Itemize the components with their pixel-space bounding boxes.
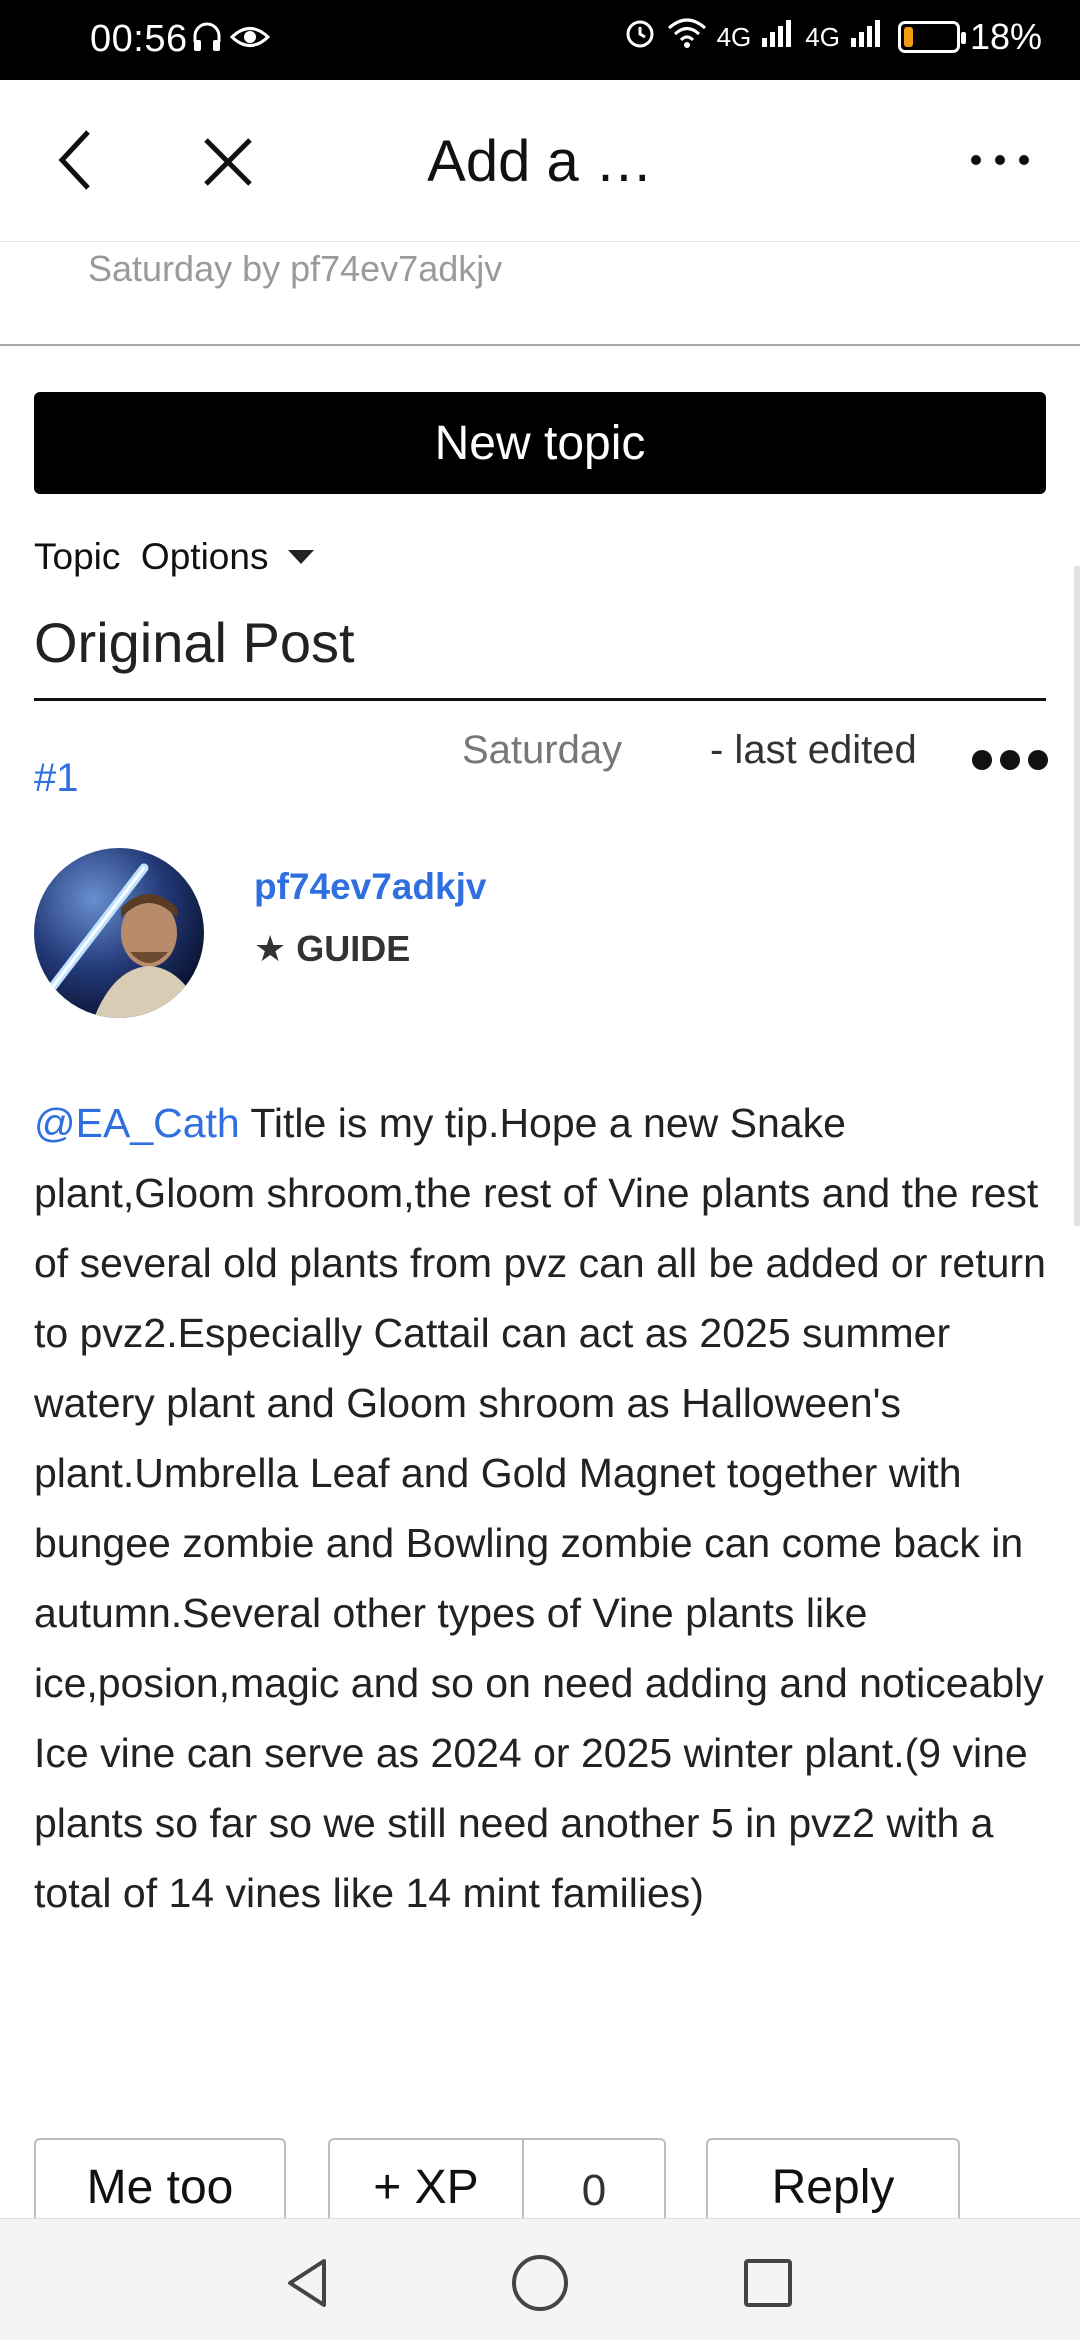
post-text: Title is my tip.Hope a new Snake plant,G… — [34, 1100, 1046, 1916]
section-heading: Original Post — [34, 611, 355, 674]
network-type-1: 4G — [716, 21, 752, 52]
reply-button[interactable]: Reply — [706, 2138, 960, 2218]
author-name-link[interactable]: pf74ev7adkjv — [254, 866, 486, 908]
divider — [34, 698, 1046, 701]
triangle-back-icon — [288, 2259, 326, 2307]
nav-recents-button[interactable] — [744, 2259, 792, 2307]
status-left-icons — [192, 20, 271, 62]
post-body: @EA_Cath Title is my tip.Hope a new Snak… — [34, 1088, 1054, 1928]
dot — [972, 750, 992, 770]
previous-item-meta[interactable]: Saturday by pf74ev7adkjv — [88, 248, 502, 290]
post-date: Saturday — [462, 728, 623, 772]
wifi-icon — [667, 16, 707, 58]
scrollbar[interactable] — [1074, 566, 1080, 1226]
me-too-button[interactable]: Me too — [34, 2138, 286, 2218]
nav-home-button[interactable] — [512, 2255, 568, 2311]
signal-icon — [761, 18, 795, 56]
battery-fill — [903, 27, 913, 47]
dot — [1028, 750, 1048, 770]
app-header: Add a … — [0, 80, 1080, 242]
avatar-image — [34, 848, 204, 1018]
mention-link[interactable]: @EA_Cath — [34, 1100, 240, 1146]
nav-back-button[interactable] — [282, 2257, 334, 2309]
post-edited-link[interactable]: - last edited — [710, 728, 917, 773]
system-nav-bar — [0, 2218, 1080, 2340]
topic-options-dropdown[interactable]: Topic Options — [34, 536, 315, 578]
more-horizontal-icon — [971, 155, 1029, 165]
post-options-button[interactable] — [972, 730, 1048, 770]
give-xp-button[interactable]: + XP — [328, 2138, 524, 2218]
avatar[interactable] — [34, 848, 204, 1018]
caret-down-icon — [288, 550, 315, 564]
alarm-icon — [623, 16, 657, 58]
post-number-link[interactable]: #1 — [34, 756, 79, 801]
signal-icon — [850, 18, 884, 56]
divider — [0, 344, 1080, 346]
status-bar: 00:56 4G 4G 18% — [0, 0, 1080, 80]
star-icon: ★ — [254, 928, 287, 969]
page-title: Add a … — [427, 129, 653, 194]
battery-percent: 18% — [969, 16, 1042, 57]
new-topic-button[interactable]: New topic — [34, 392, 1046, 494]
rank-label: GUIDE — [296, 928, 411, 969]
dot — [1000, 750, 1020, 770]
status-right: 4G 4G 18% — [623, 16, 1042, 58]
network-type-2: 4G — [805, 21, 840, 52]
eye-icon — [229, 20, 271, 62]
author-rank: ★ GUIDE — [254, 928, 410, 970]
headphones-icon — [192, 20, 222, 62]
more-options-button[interactable] — [960, 130, 1040, 190]
battery-icon — [897, 21, 966, 53]
post-actions: Me too + XP 0 Reply — [0, 2138, 1080, 2218]
xp-count: 0 — [522, 2138, 666, 2218]
topic-options-label: Topic Options — [34, 536, 269, 577]
status-time: 00:56 — [90, 18, 188, 60]
